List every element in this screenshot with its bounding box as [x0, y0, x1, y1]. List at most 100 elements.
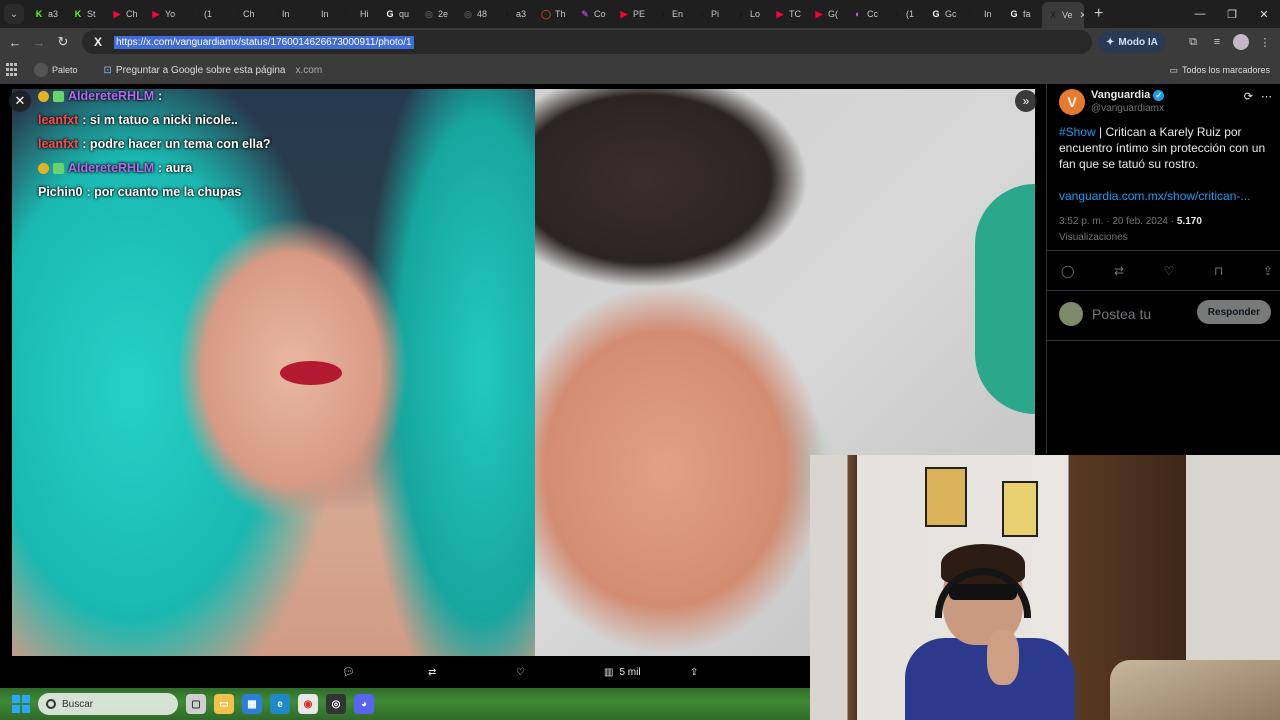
- tab-title: a3: [516, 9, 527, 19]
- browser-tab[interactable]: ♪ Lo: [730, 3, 769, 25]
- url-text[interactable]: https://x.com/vanguardiamx/status/176001…: [114, 35, 414, 49]
- browser-tab[interactable]: ▶ Yo: [145, 3, 184, 25]
- tweet-panel: V Vanguardia ✓ @vanguardiamx ⟳ ⋯ #Show |…: [1046, 84, 1280, 454]
- tab-favicon-icon: ◎: [464, 8, 472, 19]
- author-name-row[interactable]: Vanguardia ✓: [1091, 89, 1165, 101]
- browser-tab[interactable]: ▶ G(: [808, 3, 847, 25]
- discord-icon[interactable]: ◕: [354, 694, 374, 714]
- browser-toolbar: ← → ↻ X https://x.com/vanguardiamx/statu…: [0, 28, 1280, 56]
- sunglasses: [949, 584, 1017, 600]
- all-bookmarks-button[interactable]: ▭ Todos los marcadores: [1169, 59, 1270, 81]
- forward-arrow-icon[interactable]: →: [27, 30, 51, 54]
- tweet-timestamp[interactable]: 3:52 p. m. · 20 feb. 2024 ·: [1059, 216, 1177, 227]
- ask-google-chip[interactable]: ⊡ Preguntar a Google sobre esta página x…: [98, 59, 329, 81]
- minimize-icon[interactable]: —: [1184, 0, 1216, 28]
- apps-grid-icon[interactable]: [6, 63, 20, 77]
- tab-favicon-icon: ♪: [504, 9, 510, 19]
- more-options-icon[interactable]: ⋯: [1261, 90, 1272, 103]
- browser-tab[interactable]: ◐ Cc: [847, 3, 886, 25]
- bookmark-paleto[interactable]: Paleto: [28, 59, 84, 81]
- more-menu-icon[interactable]: ⋮: [1256, 30, 1274, 54]
- all-bookmarks-label: Todos los marcadores: [1181, 65, 1270, 75]
- browser-tab[interactable]: X In: [301, 3, 340, 25]
- reply-icon[interactable]: ◯: [1061, 264, 1074, 278]
- views-button[interactable]: ▥ 5 mil: [604, 663, 641, 681]
- browser-tab[interactable]: ▶ Ch: [106, 3, 145, 25]
- browser-tab[interactable]: ◯ Th: [535, 3, 574, 25]
- browser-tab[interactable]: ♪ En: [652, 3, 691, 25]
- like-icon[interactable]: ♡: [1164, 264, 1175, 278]
- obs-icon[interactable]: ◎: [326, 694, 346, 714]
- chat-username: leanfxt: [38, 137, 79, 151]
- reply-button[interactable]: 💬︎: [342, 663, 355, 681]
- chat-username: leanfxt: [38, 113, 79, 127]
- share-up-icon[interactable]: ⇪: [1263, 264, 1273, 278]
- new-tab-button[interactable]: +: [1094, 5, 1103, 23]
- x-logo-icon: X: [93, 35, 102, 49]
- browser-tab[interactable]: ▶ TC: [769, 3, 808, 25]
- reply-submit-button[interactable]: Responder: [1196, 300, 1271, 324]
- tab-title: En: [672, 9, 684, 19]
- task-view-icon[interactable]: ▢: [186, 694, 206, 714]
- store-icon[interactable]: ▦: [242, 694, 262, 714]
- share-button[interactable]: ⇪: [690, 663, 698, 681]
- browser-tab[interactable]: ♪ (1: [886, 3, 925, 25]
- browser-tab[interactable]: ▶ PE: [613, 3, 652, 25]
- browser-tab[interactable]: ◎ 2e: [418, 3, 457, 25]
- modo-ia-button[interactable]: ✦ Modo IA: [1098, 31, 1166, 53]
- article-link[interactable]: vanguardia.com.mx/show/critican-...: [1059, 189, 1250, 203]
- edge-icon[interactable]: e: [270, 694, 290, 714]
- reload-icon[interactable]: ↻: [51, 30, 75, 54]
- browser-tab[interactable]: K St: [67, 3, 106, 25]
- retweet-icon[interactable]: ⇄: [1114, 264, 1124, 278]
- browser-tab[interactable]: Ka3: [28, 3, 67, 25]
- author-handle[interactable]: @vanguardiamx: [1091, 103, 1164, 114]
- taskbar-search[interactable]: Buscar: [38, 693, 178, 715]
- sub-badge-icon: [53, 162, 64, 174]
- toolbar-right-icons: ⧉ ≡ ⋮: [1184, 30, 1274, 54]
- close-photo-button[interactable]: ✕: [9, 90, 31, 112]
- browser-tab[interactable]: X Hi: [340, 3, 379, 25]
- bookmark-icon[interactable]: ⊓: [1214, 264, 1223, 278]
- bookmarks-bar: Paleto ⊡ Preguntar a Google sobre esta p…: [0, 56, 1280, 84]
- browser-tab[interactable]: Gqu: [379, 3, 418, 25]
- browser-tab[interactable]: ✎ Co: [574, 3, 613, 25]
- tab-title: fa: [1023, 9, 1031, 19]
- extensions-icon[interactable]: ⧉: [1184, 30, 1202, 54]
- browser-tab[interactable]: X In: [964, 3, 1003, 25]
- share-icon: ⇪: [690, 666, 699, 678]
- browser-tab[interactable]: Gfa: [1003, 3, 1042, 25]
- browser-tab[interactable]: G Gc: [925, 3, 964, 25]
- browser-tab[interactable]: X In: [262, 3, 301, 25]
- back-arrow-icon[interactable]: ←: [3, 30, 27, 54]
- browser-tab[interactable]: X (1: [184, 3, 223, 25]
- media-controls-icon[interactable]: ≡: [1208, 30, 1226, 54]
- restore-icon[interactable]: ❐: [1216, 0, 1248, 28]
- browser-tab[interactable]: X Ve ✕: [1042, 2, 1084, 28]
- tab-title: qu: [399, 9, 410, 19]
- hashtag-link[interactable]: #Show: [1059, 125, 1096, 139]
- chat-text: : si m tatuo a nicki nicole..: [82, 113, 238, 127]
- expand-panel-button[interactable]: »: [1015, 90, 1037, 112]
- browser-tab[interactable]: ♪ a3: [496, 3, 535, 25]
- bookmark-label: Paleto: [52, 65, 78, 75]
- grok-icon[interactable]: ⟳: [1244, 90, 1253, 103]
- file-explorer-icon[interactable]: ▭: [214, 694, 234, 714]
- like-button[interactable]: ♡: [516, 663, 525, 681]
- tab-favicon-icon: ▶: [815, 8, 823, 19]
- close-window-icon[interactable]: ✕: [1248, 0, 1280, 28]
- tab-search-menu[interactable]: ⌄: [4, 4, 24, 24]
- windows-start-icon[interactable]: [12, 695, 30, 713]
- address-bar[interactable]: X https://x.com/vanguardiamx/status/1760…: [82, 30, 1092, 54]
- profile-avatar[interactable]: [1232, 30, 1250, 54]
- repost-button[interactable]: ⇄: [428, 663, 436, 681]
- author-avatar[interactable]: V: [1059, 89, 1085, 115]
- browser-tab[interactable]: ♪ Pi: [691, 3, 730, 25]
- chat-username: AldereteRHLM: [68, 89, 155, 103]
- tab-title: St: [87, 9, 96, 19]
- tab-close-icon[interactable]: ✕: [1080, 10, 1084, 21]
- reply-input[interactable]: Postea tu: [1092, 306, 1151, 322]
- browser-tab[interactable]: X Ch: [223, 3, 262, 25]
- browser-tab[interactable]: ◎ 48: [457, 3, 496, 25]
- chrome-icon[interactable]: ◉: [298, 694, 318, 714]
